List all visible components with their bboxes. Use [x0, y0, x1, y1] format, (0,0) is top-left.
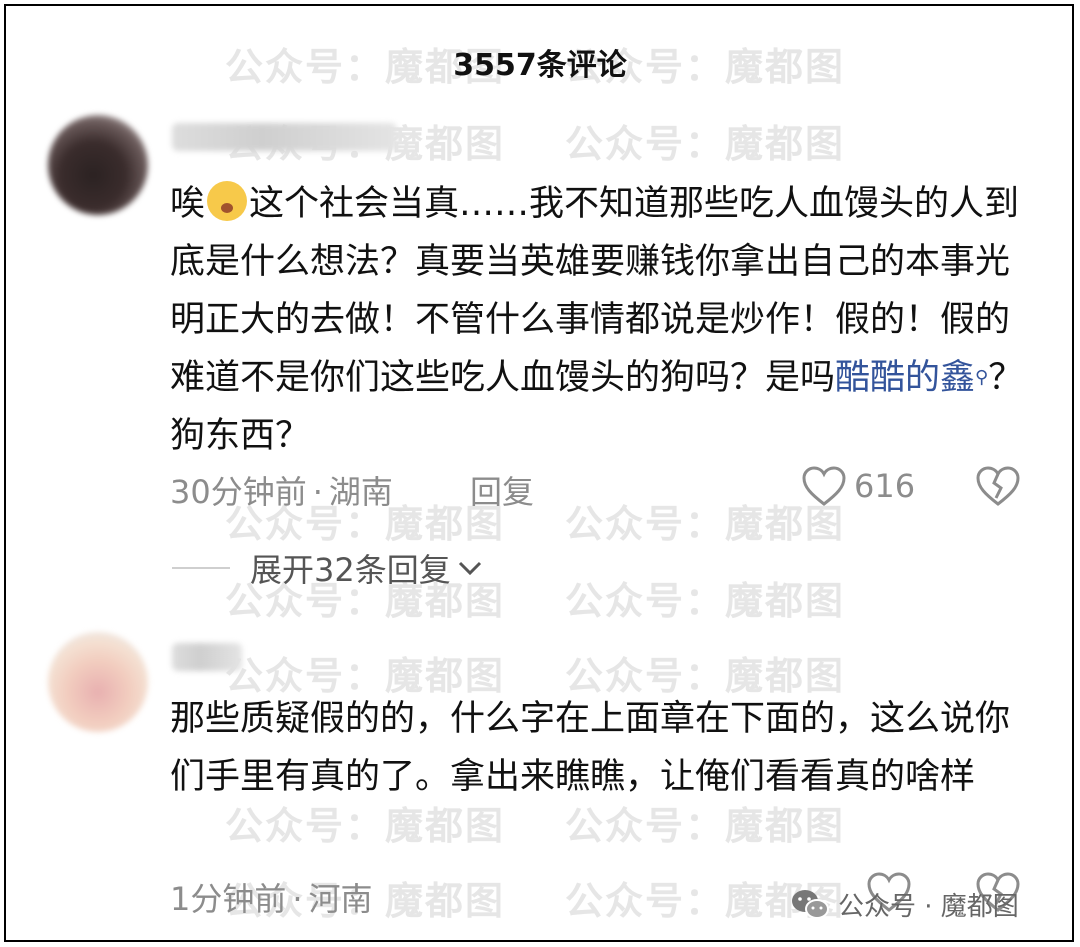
divider-line — [172, 567, 230, 569]
comment-text: 唉这个社会当真……我不知道那些吃人血馒头的人到底是什么想法？真要当英雄要赚钱你拿… — [170, 175, 1030, 465]
comment-location: 河南 — [308, 880, 373, 918]
comment-text: 那些质疑假的的，什么字在上面章在下面的，这么说你们手里有真的了。拿出来瞧瞧，让俺… — [170, 699, 1011, 797]
comment-meta: 30分钟前 · 湖南 — [170, 473, 393, 511]
comment-location: 湖南 — [328, 473, 393, 511]
comment-text-prefix: 唉 — [170, 184, 206, 224]
search-icon: ⚲ — [975, 367, 989, 388]
heart-icon[interactable] — [801, 466, 847, 508]
chevron-down-icon — [458, 561, 481, 576]
comment-meta: 1分钟前 · 河南 — [170, 880, 373, 918]
source-watermark-label: 公众号 · 魔都图 — [838, 892, 1019, 922]
face-exhaling-emoji — [207, 181, 248, 221]
avatar[interactable] — [48, 632, 148, 732]
user-mention-link[interactable]: 酷酷的鑫⚲ — [835, 358, 988, 398]
comment-count-title: 3557条评论 — [453, 48, 627, 83]
broken-heart-icon[interactable] — [975, 466, 1021, 508]
expand-replies-label: 展开32条回复 — [250, 551, 451, 589]
comment-time: 1分钟前 — [170, 880, 287, 918]
username-blurred[interactable] — [172, 123, 397, 151]
avatar[interactable] — [48, 115, 148, 215]
wechat-icon — [792, 889, 829, 919]
source-watermark: 公众号 · 魔都图 — [790, 886, 1019, 923]
username-blurred[interactable] — [172, 643, 242, 671]
reply-button[interactable]: 回复 — [470, 467, 534, 513]
like-count: 616 — [854, 467, 916, 505]
comment-time: 30分钟前 — [170, 473, 307, 511]
expand-replies-button[interactable]: 展开32条回复 — [172, 545, 483, 591]
